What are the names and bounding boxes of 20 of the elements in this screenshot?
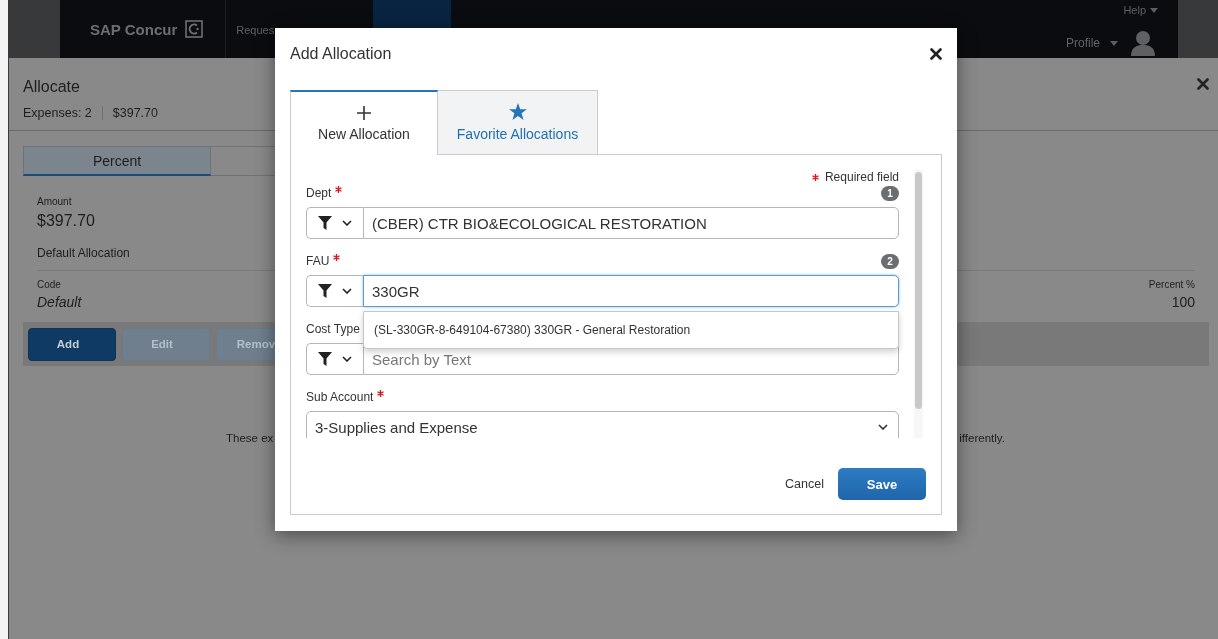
dialog-title: Add Allocation — [290, 45, 392, 63]
step-badge: 2 — [881, 253, 899, 269]
field-label: FAU — [306, 254, 330, 268]
code-value: Default — [37, 294, 82, 310]
column-label: Percent % — [1148, 279, 1195, 290]
field-label: Cost Type — [306, 322, 360, 336]
field-label: Amount — [37, 196, 72, 207]
field-label: Sub Account — [306, 390, 374, 404]
notice-text: ifferently. — [959, 432, 1005, 444]
expense-total: $397.70 — [112, 106, 158, 120]
percent-value: 100 — [1171, 294, 1195, 310]
required-note: Required field — [824, 170, 899, 184]
section-heading: Default Allocation — [37, 246, 130, 260]
panel-title: Allocate — [23, 78, 80, 96]
step-badge: 1 — [881, 185, 899, 201]
notice-text: These ex — [226, 432, 274, 444]
amount-value: $397.70 — [37, 212, 95, 230]
field-label: Dept — [306, 186, 332, 200]
expense-count: Expenses: 2 — [23, 106, 92, 120]
column-label: Code — [37, 279, 61, 290]
